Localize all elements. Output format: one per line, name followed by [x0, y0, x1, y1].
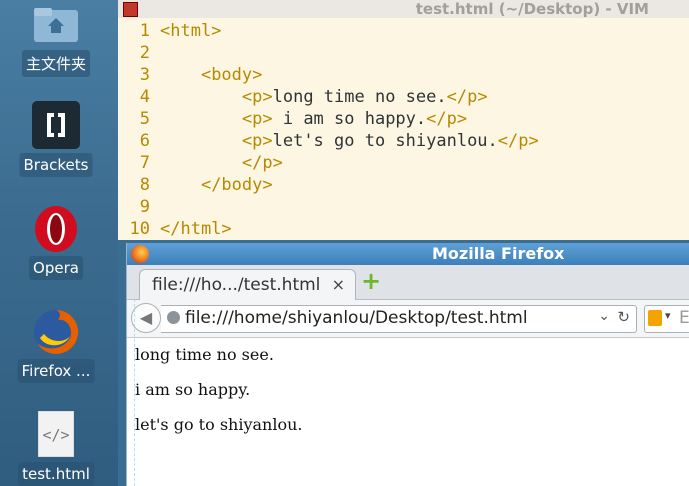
- new-tab-button[interactable]: +: [361, 269, 381, 293]
- line-number: 9: [139, 197, 150, 217]
- opera-icon: [34, 205, 78, 253]
- code-line[interactable]: 7 </p>: [118, 152, 689, 174]
- tab-bar: file:///ho.../test.html × +: [127, 265, 689, 300]
- back-button[interactable]: ◀: [131, 303, 161, 333]
- desktop-icon-label: Firefox ...: [17, 359, 95, 383]
- line-number: 8: [139, 175, 150, 195]
- code-line[interactable]: 3 <body>: [118, 64, 689, 86]
- desktop-icon-label: 主文件夹: [21, 50, 91, 77]
- window-edge-decoration: [127, 299, 135, 486]
- firefox-window[interactable]: Mozilla Firefox file:///ho.../test.html …: [126, 243, 689, 486]
- desktop-icon-label: Opera: [29, 256, 83, 280]
- url-bar[interactable]: file:///home/shiyanlou/Desktop/test.html…: [161, 305, 637, 333]
- vim-window[interactable]: test.html (~/Desktop) - VIM 1 <html> 2 3 <b…: [118, 0, 689, 240]
- desktop-icon-label: test.html: [18, 462, 94, 486]
- line-number: 10: [129, 219, 150, 239]
- firefox-titlebar[interactable]: Mozilla Firefox: [127, 243, 689, 265]
- html-file-icon: </>: [37, 410, 75, 458]
- reload-icon[interactable]: ↻: [617, 308, 630, 326]
- firefox-app-icon: [131, 245, 149, 263]
- search-engine-dropdown-icon[interactable]: ▾: [665, 309, 671, 322]
- bing-icon: [648, 310, 662, 326]
- svg-text:</>: </>: [42, 426, 69, 444]
- line-number: 2: [139, 43, 150, 63]
- line-text: </p>: [241, 153, 283, 173]
- code-line[interactable]: 1 <html>: [118, 20, 689, 42]
- vim-titlebar[interactable]: test.html (~/Desktop) - VIM: [118, 0, 689, 18]
- code-line[interactable]: 5 <p> i am so happy.</p>: [118, 108, 689, 130]
- code-line[interactable]: 9: [118, 196, 689, 218]
- search-box[interactable]: ▾ E: [644, 305, 689, 333]
- paragraph: let's go to shiyanlou.: [135, 415, 303, 434]
- vim-editor-buffer[interactable]: 1 <html> 2 3 <body> 4 <p>long time no see.</…: [118, 20, 689, 240]
- line-number: 4: [139, 87, 150, 107]
- folder-icon: [32, 6, 80, 44]
- firefox-icon: [32, 308, 80, 356]
- line-number: 7: [139, 153, 150, 173]
- vim-app-icon: [123, 2, 138, 17]
- navigation-toolbar: ◀ file:///home/shiyanlou/Desktop/test.ht…: [127, 300, 689, 338]
- code-line[interactable]: 2: [118, 42, 689, 64]
- brackets-icon: [32, 101, 80, 149]
- line-text: <html>: [160, 21, 222, 41]
- url-dropdown-icon[interactable]: ⌄: [598, 308, 610, 324]
- firefox-window-title: Mozilla Firefox: [432, 244, 565, 263]
- paragraph: i am so happy.: [135, 380, 251, 399]
- code-line[interactable]: 6 <p>let's go to shiyanlou.</p>: [118, 130, 689, 152]
- line-text: </body>: [200, 175, 273, 195]
- vim-window-title: test.html (~/Desktop) - VIM: [415, 0, 649, 18]
- code-line[interactable]: 10 </html>: [118, 218, 689, 240]
- tab-label: file:///ho.../test.html: [152, 275, 321, 295]
- url-text: file:///home/shiyanlou/Desktop/test.html: [185, 308, 528, 328]
- desktop-sidebar: 主文件夹 Brackets Opera Firefox ... </> test…: [0, 0, 118, 486]
- search-placeholder: E: [679, 308, 689, 328]
- line-number: 5: [139, 109, 150, 129]
- code-line[interactable]: 8 </body>: [118, 174, 689, 196]
- line-text: <p>long time no see.</p>: [241, 87, 488, 107]
- line-text: <body>: [200, 65, 263, 85]
- line-text: <p>let's go to shiyanlou.</p>: [241, 131, 539, 151]
- desktop-icon-label: Brackets: [19, 153, 93, 177]
- tab-test-html[interactable]: file:///ho.../test.html ×: [139, 269, 356, 300]
- line-number: 3: [139, 65, 150, 85]
- line-number: 6: [139, 131, 150, 151]
- code-line[interactable]: 4 <p>long time no see.</p>: [118, 86, 689, 108]
- line-text: </html>: [160, 219, 232, 239]
- globe-icon: [167, 311, 180, 324]
- line-text: <p> i am so happy.</p>: [241, 109, 468, 129]
- line-number: 1: [139, 21, 150, 41]
- tab-close-icon[interactable]: ×: [332, 275, 345, 294]
- paragraph: long time no see.: [135, 345, 274, 364]
